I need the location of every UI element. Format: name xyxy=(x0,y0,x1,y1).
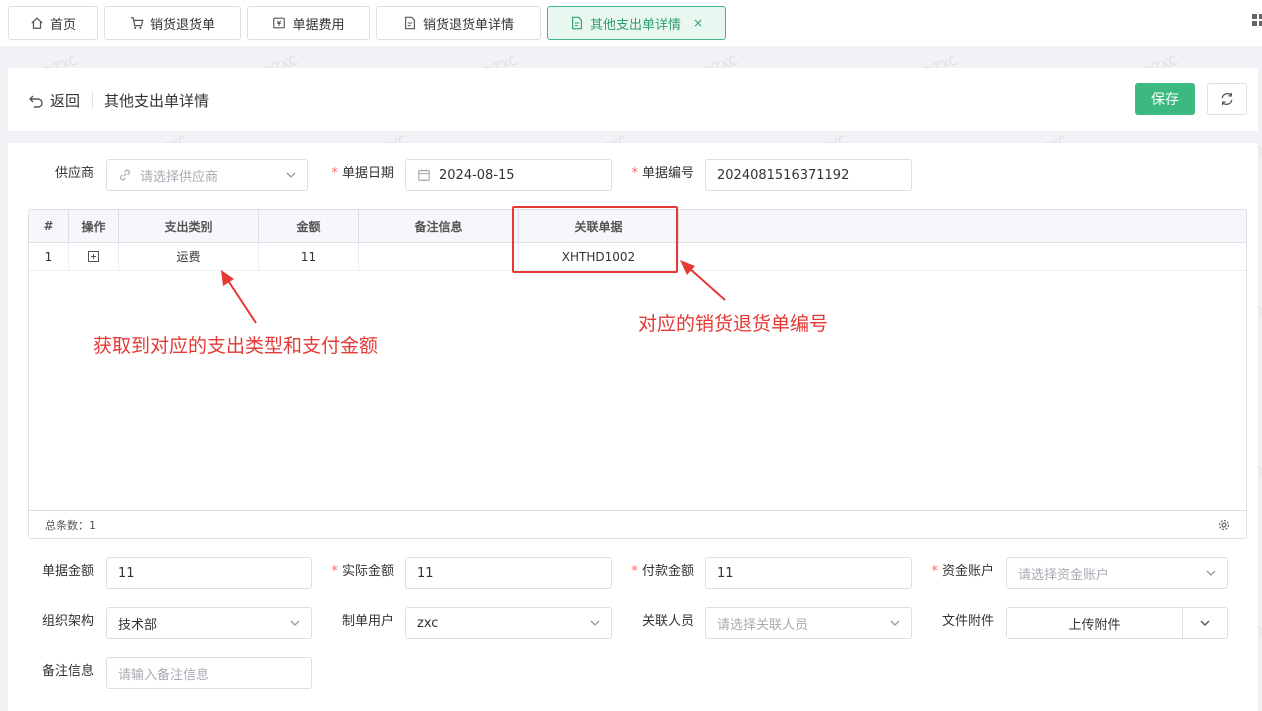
org-select[interactable]: 技术部 xyxy=(106,607,312,639)
attachment-upload: 上传附件 xyxy=(1006,607,1228,639)
actual-amount-label: * 实际金额 xyxy=(331,564,394,579)
main-panel: 供应商 请选择供应商 * 单据日期 2024-08-15 * 单据编号 202408… xyxy=(8,143,1258,711)
tab-label: 销货退货单 xyxy=(149,17,215,33)
back-arrow-icon xyxy=(29,95,43,108)
tab-sales-return[interactable]: 销货退货单 xyxy=(104,6,241,40)
tab-bar: 首页 销货退货单 单据费用 销货退货单详情 其他支出单详情 × xyxy=(0,0,1262,46)
tab-other-expense-detail[interactable]: 其他支出单详情 × xyxy=(547,6,726,40)
document-icon xyxy=(572,16,582,30)
fund-account-select[interactable]: 请选择资金账户 xyxy=(1006,557,1228,589)
chevron-down-icon xyxy=(1206,570,1216,576)
upload-button[interactable]: 上传附件 xyxy=(1007,608,1183,638)
page-header: 返回 其他支出单详情 保存 xyxy=(8,68,1258,131)
pay-amount-input[interactable]: 11 xyxy=(705,557,912,589)
document-icon xyxy=(405,16,415,30)
related-person-select[interactable]: 请选择关联人员 xyxy=(705,607,912,639)
tab-sales-return-detail[interactable]: 销货退货单详情 xyxy=(376,6,541,40)
fund-account-label: * 资金账户 xyxy=(931,564,994,579)
tab-label: 首页 xyxy=(49,17,76,33)
related-person-label: 关联人员 xyxy=(641,614,694,629)
chevron-down-icon xyxy=(290,620,300,626)
doc-amount-input[interactable]: 11 xyxy=(106,557,312,589)
annotation-right: 对应的销货退货单编号 xyxy=(638,313,829,335)
back-button[interactable]: 返回 xyxy=(28,90,80,111)
tab-label: 单据费用 xyxy=(292,17,345,33)
home-icon xyxy=(31,17,43,29)
back-label: 返回 xyxy=(50,92,81,110)
remark-label: 备注信息 xyxy=(41,664,94,679)
arrow-left-head xyxy=(221,270,234,286)
close-icon[interactable]: × xyxy=(693,16,703,30)
org-label: 组织架构 xyxy=(41,614,94,629)
chevron-down-icon xyxy=(590,620,600,626)
arrow-right-head xyxy=(680,260,695,275)
creator-select[interactable]: zxc xyxy=(405,607,612,639)
upload-dropdown-button[interactable] xyxy=(1183,608,1227,638)
arrow-left-line xyxy=(226,278,257,324)
tab-doc-expense[interactable]: 单据费用 xyxy=(247,6,370,40)
refresh-icon xyxy=(1221,92,1233,106)
tab-home[interactable]: 首页 xyxy=(8,6,98,40)
refresh-button[interactable] xyxy=(1207,83,1247,115)
creator-label: 制单用户 xyxy=(341,614,394,629)
app-root: @ZXC@ZXC@ZXC@ZXC@ZXC@ZXC@ZXC@ZXC@ZXC@ZXC… xyxy=(0,0,1262,711)
remark-input[interactable]: 请输入备注信息 xyxy=(106,657,312,689)
arrow-right-line xyxy=(688,267,726,301)
chevron-down-icon xyxy=(1200,620,1210,626)
tab-label: 销货退货单详情 xyxy=(422,17,514,33)
grid-menu-icon[interactable] xyxy=(1252,14,1262,28)
annotation-left: 获取到对应的支出类型和支付金额 xyxy=(93,335,379,357)
pay-amount-label: * 付款金额 xyxy=(631,564,694,579)
tab-label: 其他支出单详情 xyxy=(589,17,681,33)
save-button[interactable]: 保存 xyxy=(1135,83,1195,115)
actual-amount-input[interactable]: 11 xyxy=(405,557,612,589)
chevron-down-icon xyxy=(890,620,900,626)
divider xyxy=(92,92,93,108)
cart-icon xyxy=(130,17,144,29)
page-title: 其他支出单详情 xyxy=(104,92,210,110)
money-icon xyxy=(273,17,286,29)
doc-amount-label: 单据金额 xyxy=(41,564,94,579)
attachment-label: 文件附件 xyxy=(941,614,994,629)
